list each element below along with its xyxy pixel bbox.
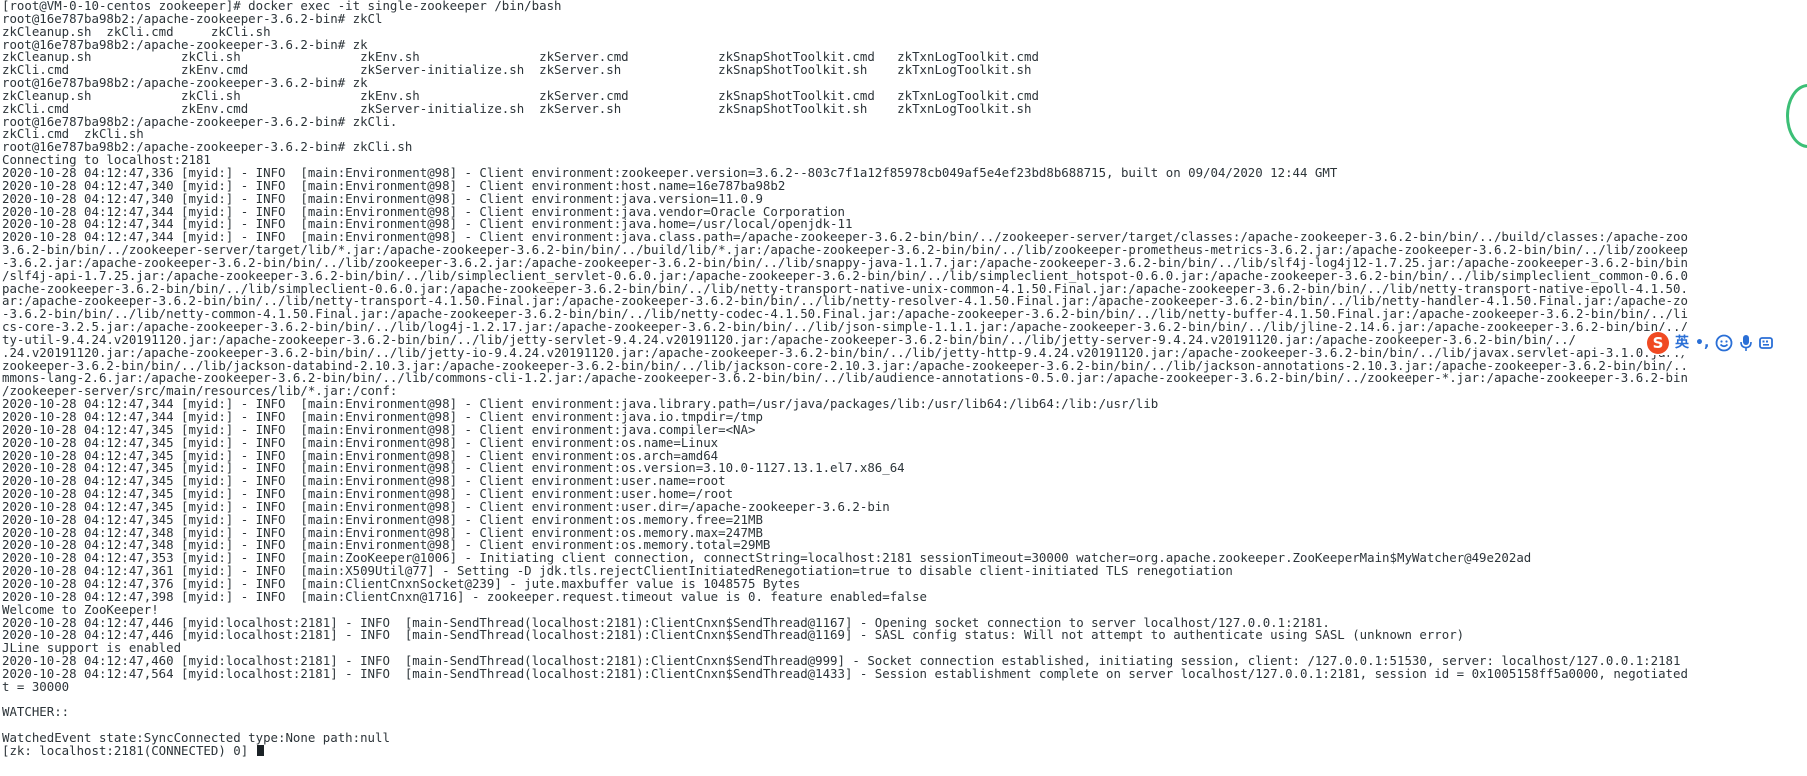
terminal-prompt-line[interactable]: [zk: localhost:2181(CONNECTED) 0] xyxy=(2,742,1807,758)
terminal-line: root@16e787ba98b2:/apache-zookeeper-3.6.… xyxy=(2,139,413,155)
terminal-line: root@16e787ba98b2:/apache-zookeeper-3.6.… xyxy=(2,10,383,26)
keyboard-icon[interactable] xyxy=(1759,334,1774,352)
text-cursor xyxy=(256,744,264,756)
terminal-line: root@16e787ba98b2:/apache-zookeeper-3.6.… xyxy=(2,113,398,129)
ime-language-toggle[interactable]: 英 xyxy=(1675,333,1689,353)
terminal-line: 2020-10-28 04:12:47,398 [myid:] - INFO [… xyxy=(2,588,928,604)
emoji-icon[interactable] xyxy=(1715,334,1733,352)
microphone-icon[interactable] xyxy=(1739,334,1753,352)
sogou-logo-icon[interactable]: S xyxy=(1647,332,1669,354)
terminal-line: 2020-10-28 04:12:47,564 [myid:localhost:… xyxy=(2,665,1688,681)
terminal-output: [root@VM-0-10-centos zookeeper]# docker … xyxy=(0,0,1807,758)
terminal-window[interactable]: [root@VM-0-10-centos zookeeper]# docker … xyxy=(0,0,1807,776)
terminal-line: WATCHER:: xyxy=(2,704,70,720)
zk-prompt: [zk: localhost:2181(CONNECTED) 0] xyxy=(2,742,256,758)
terminal-line: 2020-10-28 04:12:47,446 [myid:localhost:… xyxy=(2,627,1465,643)
ime-toolbar[interactable]: S 英 •, xyxy=(1643,331,1774,355)
terminal-line: WatchedEvent state:SyncConnected type:No… xyxy=(2,730,390,746)
ime-punctuation-toggle[interactable]: •, xyxy=(1695,333,1709,353)
terminal-line: t = 30000 xyxy=(2,678,70,694)
